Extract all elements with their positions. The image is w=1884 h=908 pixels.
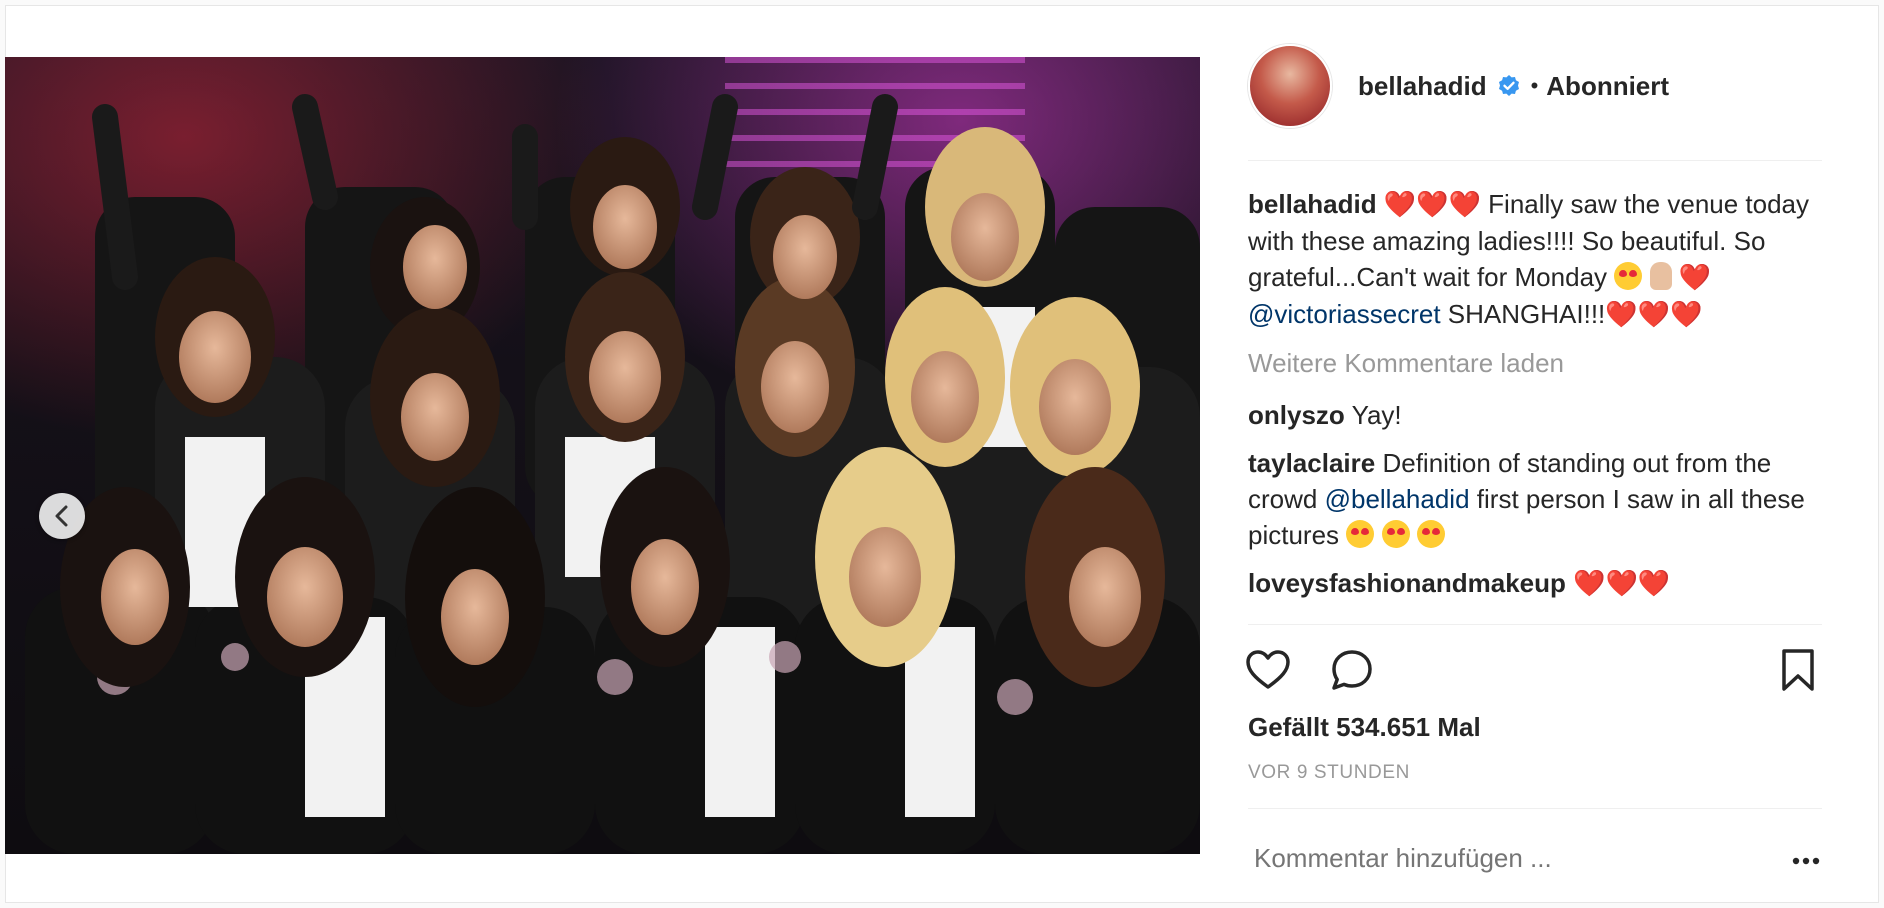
divider [1248, 808, 1822, 809]
divider [1248, 624, 1822, 625]
comment-username[interactable]: onlyszo [1248, 400, 1345, 430]
comment-bubble-icon[interactable] [1328, 646, 1376, 694]
add-comment-input[interactable] [1252, 842, 1736, 875]
fingers-crossed-emoji [1649, 262, 1672, 290]
comment-item: onlyszo Yay! [1248, 397, 1822, 433]
comment-username[interactable]: taylaclaire [1248, 448, 1375, 478]
carousel-prev-button[interactable] [39, 493, 85, 539]
post-photo[interactable] [5, 57, 1200, 854]
heart-eyes-emoji [1614, 262, 1643, 290]
post-header: bellahadid • Abonniert [1248, 44, 1818, 128]
header-username[interactable]: bellahadid [1358, 71, 1487, 102]
post-timestamp[interactable]: VOR 9 STUNDEN [1248, 762, 1410, 784]
caption: bellahadid ❤️❤️❤️ Finally saw the venue … [1248, 186, 1822, 333]
follow-status-button[interactable]: Abonniert [1546, 71, 1669, 102]
heart-emoji: ❤️❤️❤️ [1383, 190, 1481, 220]
comment-item: loveysfashionandmakeup ❤️❤️❤️ [1248, 565, 1822, 602]
comment-item: taylaclaire Definition of standing out f… [1248, 445, 1822, 553]
chevron-left-icon [55, 505, 68, 527]
divider [1248, 160, 1822, 161]
heart-eyes-emoji [1416, 520, 1445, 548]
comment-text: Yay! [1351, 400, 1402, 430]
post-actions [1244, 646, 1822, 696]
more-options-icon[interactable] [1792, 852, 1820, 870]
verified-badge-icon [1497, 74, 1521, 98]
separator: • [1530, 73, 1539, 98]
caption-text-2: SHANGHAI!!! [1447, 299, 1606, 329]
group-photo-illustration [25, 94, 1200, 854]
like-count[interactable]: Gefällt 534.651 Mal [1248, 712, 1481, 743]
heart-emoji: ❤️❤️❤️ [1573, 569, 1671, 599]
avatar[interactable] [1248, 44, 1332, 128]
heart-emoji: ❤️ [1678, 263, 1712, 293]
comment-mention[interactable]: @bellahadid [1325, 484, 1470, 514]
caption-username[interactable]: bellahadid [1248, 189, 1377, 219]
heart-eyes-emoji [1346, 520, 1375, 548]
heart-eyes-emoji [1381, 520, 1410, 548]
comments-list[interactable]: bellahadid ❤️❤️❤️ Finally saw the venue … [1248, 186, 1822, 616]
like-heart-icon[interactable] [1244, 646, 1292, 694]
load-more-comments-button[interactable]: Weitere Kommentare laden [1248, 345, 1822, 381]
heart-emoji: ❤️❤️❤️ [1605, 300, 1703, 330]
comment-username[interactable]: loveysfashionandmakeup [1248, 568, 1566, 598]
caption-mention[interactable]: @victoriassecret [1248, 299, 1441, 329]
bookmark-icon[interactable] [1774, 646, 1822, 694]
post-details-panel: bellahadid • Abonniert bellahadid ❤️❤️❤️… [1200, 6, 1878, 902]
